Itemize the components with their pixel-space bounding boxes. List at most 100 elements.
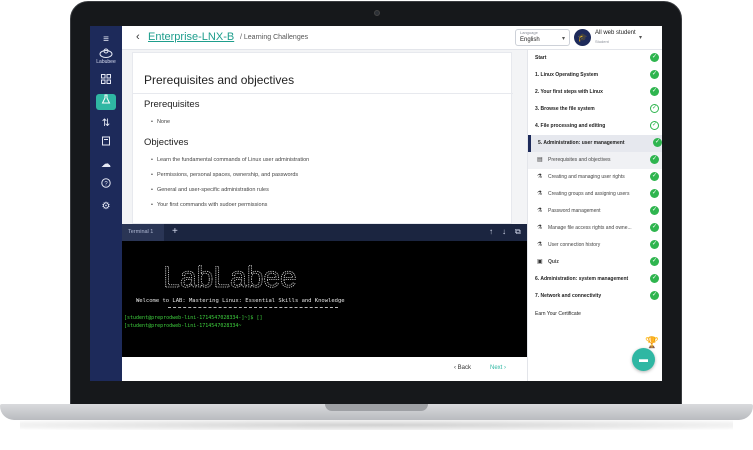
back-label: Back — [457, 365, 472, 371]
outline-item[interactable]: 2. Your first steps with Linux ✓ — [528, 84, 662, 101]
menu-icon[interactable]: ≡ — [96, 32, 116, 48]
left-rail: ≡ Labubee ⇅ ☁ ? ⚙ — [90, 26, 122, 381]
outline-item[interactable]: 1. Linux Operating System ✓ — [528, 67, 662, 84]
outline-label: Prerequisites and objectives — [548, 157, 611, 163]
outline-label: Creating and managing user rights — [548, 174, 625, 180]
outline-item[interactable]: 7. Network and connectivity ✓ — [528, 288, 662, 305]
prerequisites-heading: Prerequisites — [144, 99, 200, 110]
outline-item[interactable]: 3. Browse the file system ✓ — [528, 101, 662, 118]
outline-label: Password management — [548, 208, 601, 214]
check-icon: ✓ — [650, 189, 659, 198]
chevron-down-icon: ▾ — [561, 36, 565, 42]
user-menu-chevron-icon[interactable]: ▾ — [639, 34, 642, 41]
outline-item[interactable]: 4. File processing and editing ✓ — [528, 118, 662, 135]
check-icon: ✓ — [650, 240, 659, 249]
quiz-icon: ▣ — [537, 259, 543, 265]
user-name[interactable]: All web student — [595, 30, 636, 36]
objectives-heading: Objectives — [144, 137, 189, 148]
settings-icon[interactable]: ⚙ — [96, 199, 116, 215]
laptop-stage: ≡ Labubee ⇅ ☁ ? ⚙ ‹ Enterprise-LNX-B / L… — [0, 0, 753, 450]
help-icon[interactable]: ? — [96, 178, 116, 194]
dashboard-icon[interactable] — [96, 74, 116, 90]
outline-item[interactable]: ⚗ User connection history ✓ — [528, 237, 662, 254]
terminal-output[interactable]: LabLabee Welcome to LAB: Mastering Linux… — [122, 241, 527, 357]
flask-icon: ⚗ — [537, 225, 543, 231]
lesson-content: Prerequisites and objectives Prerequisit… — [132, 52, 513, 224]
outline-item[interactable]: ▣ Quiz ✓ — [528, 254, 662, 271]
check-icon: ✓ — [650, 274, 659, 283]
cloud-icon[interactable]: ☁ — [96, 157, 116, 173]
chat-icon[interactable]: ▬ — [632, 348, 655, 371]
tab-terminal-1[interactable]: Terminal 1 — [122, 224, 164, 241]
check-icon: ✓ — [653, 138, 662, 147]
course-outline: Start ✓ 1. Linux Operating System ✓ 2. You… — [527, 50, 662, 381]
course-link[interactable]: Enterprise-LNX-B — [148, 31, 234, 43]
outline-label: 1. Linux Operating System — [535, 72, 599, 78]
app-screen: ≡ Labubee ⇅ ☁ ? ⚙ ‹ Enterprise-LNX-B / L… — [90, 26, 662, 381]
terminal-tab-bar: Terminal 1 + ↑ ↓ ⧉ — [122, 224, 527, 241]
trophy-icon: 🏆 — [645, 337, 659, 349]
page-title: Prerequisites and objectives — [144, 73, 295, 87]
outline-label: Start — [535, 55, 547, 61]
outline-item[interactable]: 6. Administration: system management ✓ — [528, 271, 662, 288]
flask-icon: ⚗ — [537, 191, 543, 197]
next-button[interactable]: Next › — [490, 365, 506, 371]
avatar[interactable]: 🎓 — [574, 29, 591, 46]
list-item: General and user-specific administration… — [151, 187, 269, 193]
top-bar: ‹ Enterprise-LNX-B / Learning Challenges… — [122, 26, 662, 50]
list-item: Your first commands with sudoer permissi… — [151, 202, 267, 208]
outline-label: Manage file access rights and owne... — [548, 225, 632, 231]
outline-item-certificate[interactable]: Earn Your Certificate — [528, 306, 662, 323]
terminal-prompt: [student@preprodweb-lini-1714547028334-]… — [124, 315, 263, 321]
ascii-banner: LabLabee — [164, 261, 296, 295]
outline-label: 3. Browse the file system — [535, 106, 595, 112]
add-terminal-icon[interactable]: + — [172, 226, 178, 237]
check-icon: ✓ — [650, 53, 659, 62]
user-role: Student — [595, 39, 609, 44]
camera-dot — [374, 10, 380, 16]
outline-item-active[interactable]: 5. Administration: user management ✓ — [528, 135, 662, 152]
outline-label: Quiz — [548, 259, 559, 265]
check-icon: ✓ — [650, 206, 659, 215]
outline-item[interactable]: Start ✓ — [528, 50, 662, 67]
outline-item[interactable]: ⚗ Creating groups and assigning users ✓ — [528, 186, 662, 203]
outline-item-current[interactable]: ▤ Prerequisites and objectives ✓ — [528, 152, 662, 169]
book-icon[interactable] — [96, 136, 116, 152]
arrow-down-icon[interactable]: ↓ — [502, 227, 506, 236]
terminal-welcome: Welcome to LAB: Mastering Linux: Essenti… — [136, 298, 345, 304]
check-icon: ✓ — [650, 257, 659, 266]
outline-label: 6. Administration: system management — [535, 276, 629, 282]
expand-icon[interactable]: ⧉ — [515, 227, 521, 237]
sort-icon[interactable]: ⇅ — [96, 116, 116, 132]
language-select-value: English — [520, 37, 540, 43]
laptop-shadow — [20, 420, 733, 430]
chevron-left-icon[interactable]: ‹ — [136, 31, 140, 43]
flask-icon: ⚗ — [537, 242, 543, 248]
language-select[interactable]: Language English ▾ — [515, 29, 570, 46]
list-item: Learn the fundamental commands of Linux … — [151, 157, 309, 163]
check-outline-icon: ✓ — [650, 121, 659, 130]
outline-label: 5. Administration: user management — [538, 140, 625, 146]
outline-item[interactable]: ⚗ Creating and managing user rights ✓ — [528, 169, 662, 186]
svg-text:LabLabee: LabLabee — [164, 261, 296, 294]
flask-icon: ⚗ — [537, 174, 543, 180]
language-select-label: Language — [520, 30, 538, 35]
arrow-up-icon[interactable]: ↑ — [489, 227, 493, 236]
outline-item[interactable]: ⚗ Manage file access rights and owne... ✓ — [528, 220, 662, 237]
next-label: Next — [490, 365, 503, 371]
book-icon: ▤ — [537, 157, 543, 163]
terminal-prompt: [student@preprodweb-lini-1714547028334~ — [124, 323, 242, 329]
back-button[interactable]: ‹ Back — [454, 365, 471, 371]
outline-label: User connection history — [548, 242, 601, 248]
outline-label: 7. Network and connectivity — [535, 293, 602, 299]
divider — [133, 93, 513, 94]
outline-item[interactable]: ⚗ Password management ✓ — [528, 203, 662, 220]
flask-icon: ⚗ — [537, 208, 543, 214]
list-item: None — [151, 119, 170, 125]
rail-logo-label: Labubee — [96, 59, 116, 65]
breadcrumb: / Learning Challenges — [240, 34, 309, 41]
check-icon: ✓ — [650, 172, 659, 181]
lab-flask-icon[interactable] — [96, 94, 116, 110]
check-icon: ✓ — [650, 87, 659, 96]
outline-label: 2. Your first steps with Linux — [535, 89, 603, 95]
